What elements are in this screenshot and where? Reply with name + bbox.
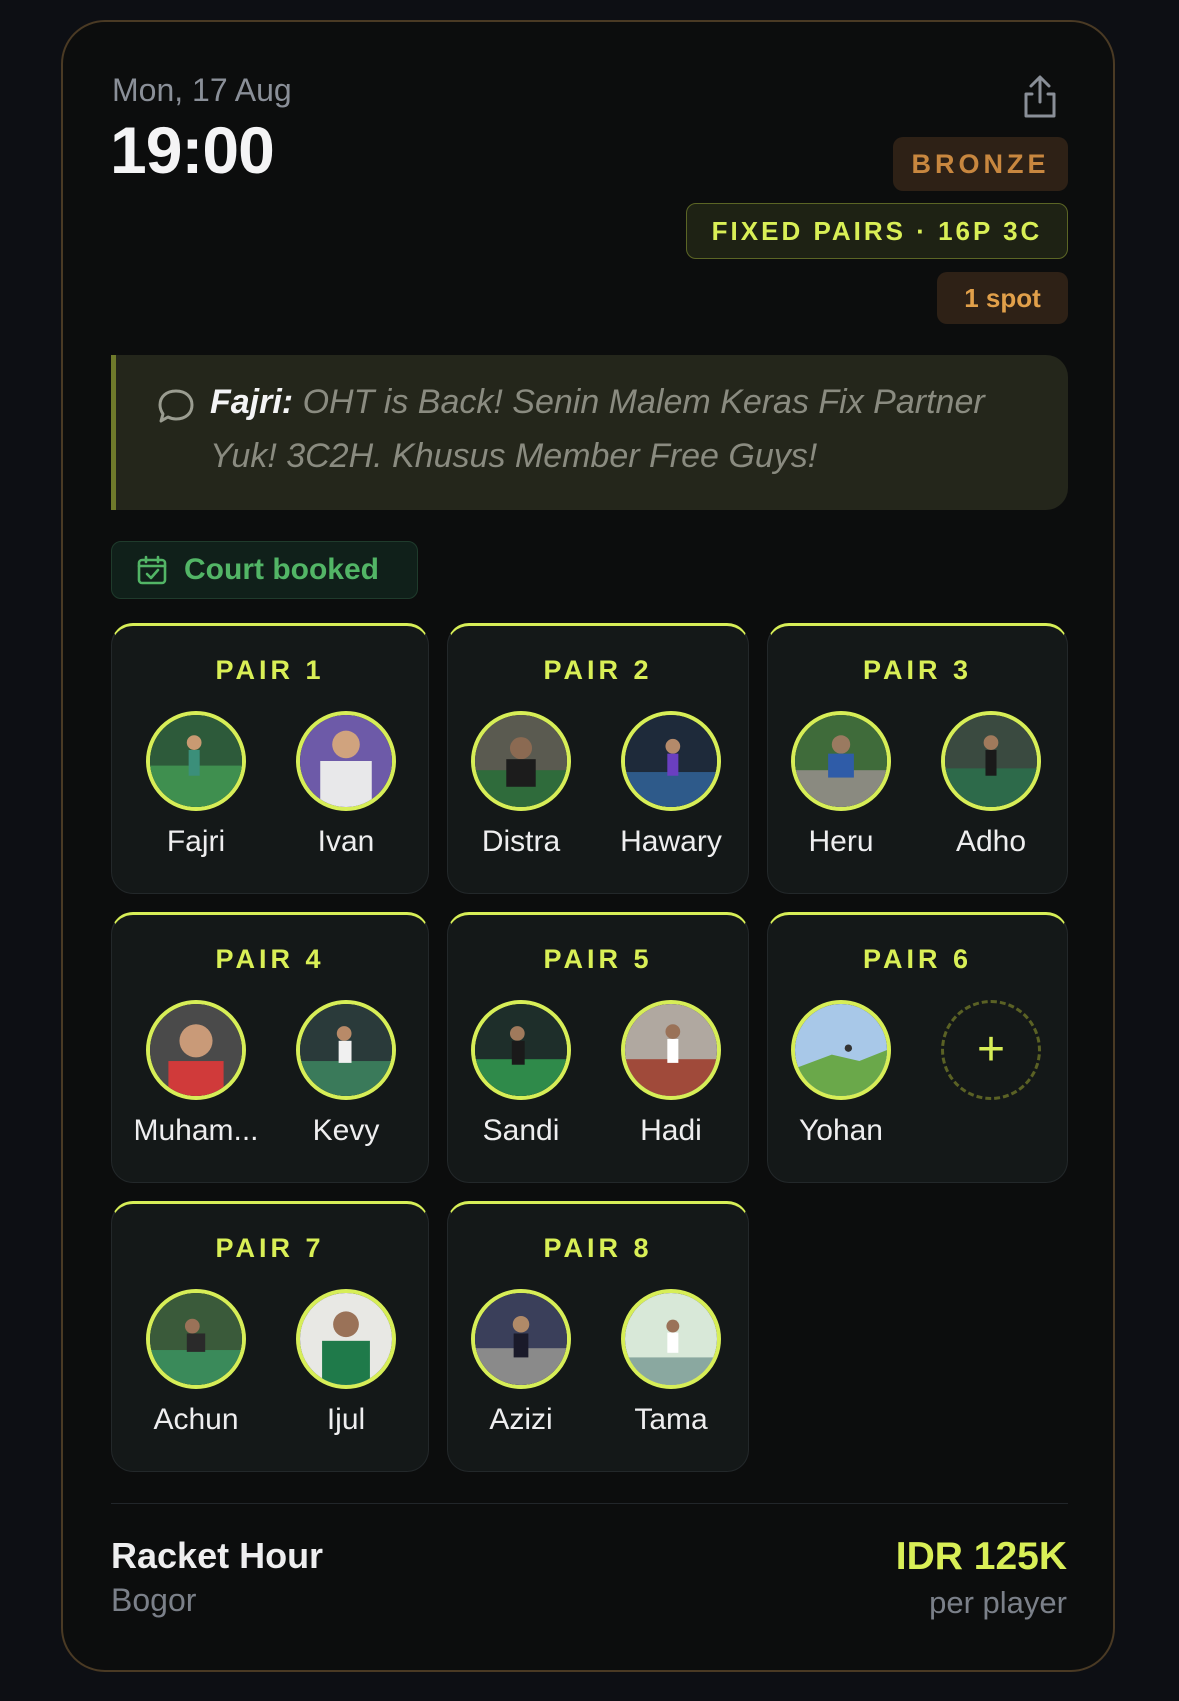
pair-card: PAIR 7 Achun Ijul	[111, 1201, 429, 1472]
player-avatar	[146, 711, 246, 811]
player-name: Distra	[481, 825, 561, 858]
player-avatar	[621, 1000, 721, 1100]
player-avatar	[146, 1289, 246, 1389]
add-player-slot[interactable]: +	[921, 1000, 1061, 1100]
venue-name: Racket Hour	[111, 1535, 324, 1576]
player-name: Fajri	[166, 825, 226, 858]
calendar-check-icon	[136, 554, 168, 586]
player-avatar	[471, 1289, 571, 1389]
player[interactable]: Distra	[451, 711, 591, 859]
note-message: OHT is Back! Senin Malem Keras Fix Partn…	[210, 383, 985, 475]
court-booked-label: Court booked	[184, 553, 379, 586]
pair-card: PAIR 8 Azizi Tama	[447, 1201, 749, 1472]
player-name: Adho	[955, 825, 1027, 858]
player[interactable]: Ijul	[276, 1289, 416, 1437]
player[interactable]: Muham...	[126, 1000, 266, 1148]
price: IDR 125K	[895, 1535, 1067, 1578]
organizer-note: Fajri: OHT is Back! Senin Malem Keras Fi…	[111, 355, 1068, 510]
player-avatar	[791, 711, 891, 811]
player-name: Hawary	[620, 825, 722, 858]
player[interactable]: Hadi	[601, 1000, 741, 1148]
player-name: Hadi	[640, 1114, 702, 1147]
add-player-button[interactable]: +	[941, 1000, 1041, 1100]
player-avatar	[471, 1000, 571, 1100]
event-time: 19:00	[110, 113, 275, 187]
footer-divider	[111, 1503, 1068, 1504]
player-avatar	[941, 711, 1041, 811]
player-avatar	[296, 1289, 396, 1389]
pair-card: PAIR 2 Distra Hawary	[447, 623, 749, 894]
player[interactable]: Sandi	[451, 1000, 591, 1148]
player-avatar	[621, 1289, 721, 1389]
note-text: Fajri: OHT is Back! Senin Malem Keras Fi…	[210, 375, 1040, 483]
pair-label: PAIR 3	[862, 655, 973, 685]
player-name: Ijul	[326, 1403, 366, 1436]
pair-label: PAIR 2	[543, 655, 653, 685]
venue-city: Bogor	[111, 1582, 197, 1618]
player-name: Ivan	[317, 825, 375, 858]
tier-badge: BRONZE	[893, 137, 1068, 191]
share-icon[interactable]	[1020, 74, 1060, 120]
player[interactable]: Achun	[126, 1289, 266, 1437]
pair-card: PAIR 5 Sandi Hadi	[447, 912, 749, 1183]
player[interactable]: Kevy	[276, 1000, 416, 1148]
spots-badge: 1 spot	[937, 272, 1068, 324]
player-avatar	[471, 711, 571, 811]
player[interactable]: Adho	[921, 711, 1061, 859]
player-name: Tama	[634, 1403, 708, 1436]
player[interactable]: Heru	[771, 711, 911, 859]
pair-label: PAIR 8	[543, 1233, 653, 1263]
player-name: Sandi	[482, 1114, 560, 1147]
player-name: Kevy	[312, 1114, 380, 1147]
pair-card: PAIR 3 Heru Adho	[767, 623, 1068, 894]
player[interactable]: Hawary	[601, 711, 741, 859]
note-author: Fajri:	[210, 383, 294, 421]
pair-label: PAIR 5	[543, 944, 653, 974]
player-name: Muham...	[133, 1114, 259, 1147]
pair-card: PAIR 4 Muham... Kevy	[111, 912, 429, 1183]
format-badge: FIXED PAIRS · 16P 3C	[686, 203, 1068, 259]
player[interactable]: Yohan	[771, 1000, 911, 1148]
pair-card: PAIR 1 Fajri Ivan	[111, 623, 429, 894]
pair-label: PAIR 6	[862, 944, 973, 974]
player-avatar	[791, 1000, 891, 1100]
player[interactable]: Fajri	[126, 711, 266, 859]
player-name: Yohan	[799, 1114, 883, 1147]
pair-label: PAIR 1	[215, 655, 325, 685]
court-booked-badge: Court booked	[111, 541, 418, 599]
player-avatar	[296, 711, 396, 811]
player-name: Azizi	[489, 1403, 553, 1436]
pair-card: PAIR 6 Yohan +	[767, 912, 1068, 1183]
price-unit: per player	[929, 1585, 1067, 1620]
player[interactable]: Tama	[601, 1289, 741, 1437]
event-date: Mon, 17 Aug	[112, 72, 292, 108]
pair-label: PAIR 7	[215, 1233, 325, 1263]
player-name: Heru	[808, 825, 874, 858]
player-avatar	[146, 1000, 246, 1100]
player-name: Achun	[153, 1403, 239, 1436]
player-avatar	[296, 1000, 396, 1100]
chat-bubble-icon	[156, 387, 196, 427]
player-avatar	[621, 711, 721, 811]
player[interactable]: Ivan	[276, 711, 416, 859]
player[interactable]: Azizi	[451, 1289, 591, 1437]
pair-label: PAIR 4	[215, 944, 325, 974]
